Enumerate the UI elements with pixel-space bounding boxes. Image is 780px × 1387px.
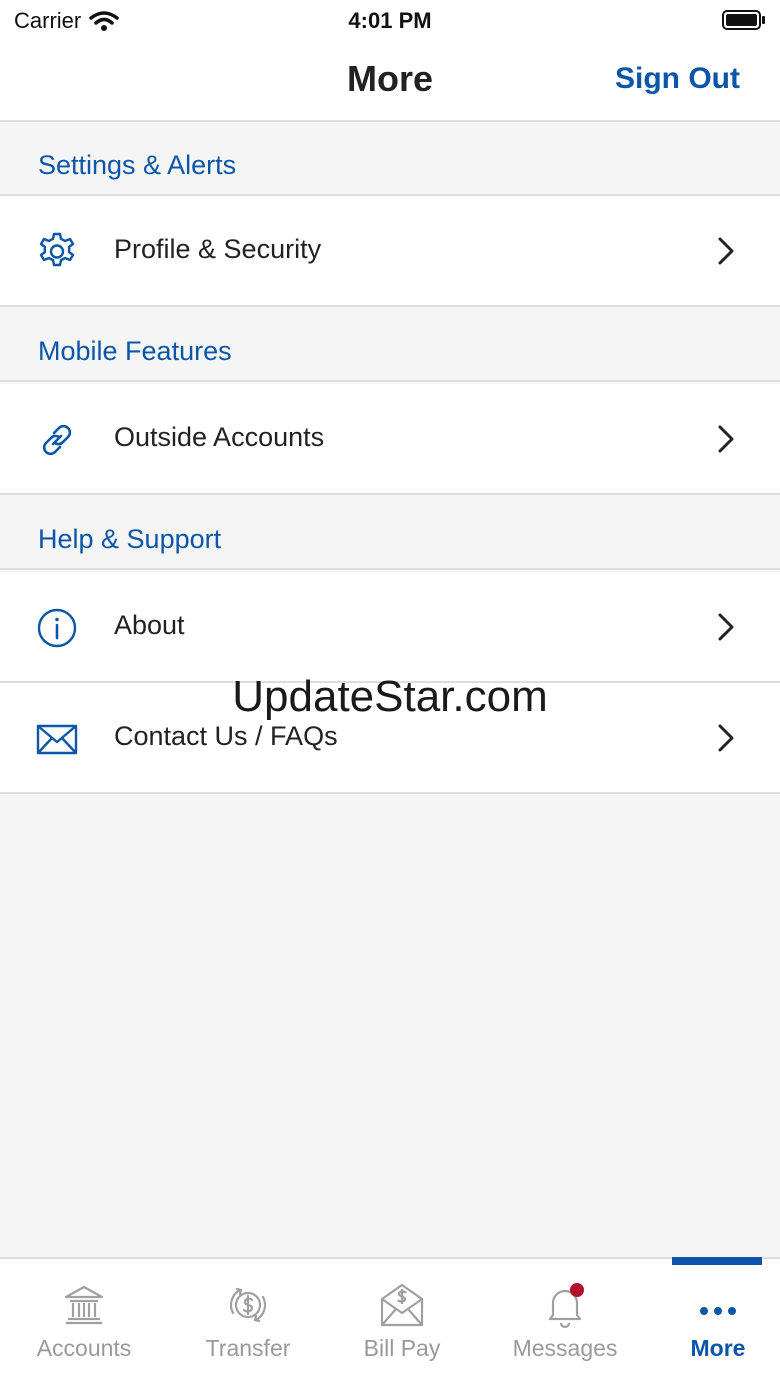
tab-label: Accounts <box>36 1335 132 1361</box>
status-time: 4:01 PM <box>348 8 432 33</box>
tab-bar: Accounts Transfer Bill Pay Messages More <box>0 1257 780 1387</box>
section-title: Settings & Alerts <box>38 150 237 180</box>
tab-bill-pay[interactable]: Bill Pay <box>324 1259 480 1387</box>
link-icon <box>42 424 72 456</box>
bill-pay-icon <box>380 1283 424 1327</box>
section-title: Mobile Features <box>38 336 232 366</box>
info-icon <box>37 608 77 648</box>
notification-badge <box>570 1283 584 1297</box>
menu-item-label: Outside Accounts <box>114 422 325 452</box>
section-title: Help & Support <box>38 524 222 554</box>
tab-label: Bill Pay <box>363 1335 441 1361</box>
nav-header: More Sign Out <box>0 40 780 122</box>
menu-item-label: About <box>114 610 185 640</box>
bell-icon <box>548 1283 584 1329</box>
menu-item-profile-security[interactable]: Profile & Security <box>0 196 780 307</box>
menu-item-label: Profile & Security <box>114 234 322 264</box>
chevron-right-icon <box>718 724 734 752</box>
tab-label: More <box>690 1335 746 1361</box>
chevron-right-icon <box>718 237 734 265</box>
battery-icon <box>722 10 765 30</box>
chevron-right-icon <box>718 613 734 641</box>
envelope-icon <box>36 724 78 755</box>
menu-item-contact-faqs[interactable]: Contact Us / FAQs <box>0 683 780 794</box>
status-bar: Carrier 4:01 PM <box>0 0 780 40</box>
tab-accounts[interactable]: Accounts <box>6 1259 162 1387</box>
more-icon <box>700 1307 736 1315</box>
bank-icon <box>64 1285 104 1325</box>
menu-item-about[interactable]: About <box>0 572 780 683</box>
tab-transfer[interactable]: Transfer <box>170 1259 326 1387</box>
sign-out-button[interactable]: Sign Out <box>615 62 740 96</box>
more-screen: Carrier 4:01 PM More Sign Out Settings &… <box>0 0 780 1387</box>
menu-item-outside-accounts[interactable]: Outside Accounts <box>0 384 780 495</box>
gear-icon <box>39 232 75 267</box>
tab-label: Transfer <box>205 1335 291 1361</box>
chevron-right-icon <box>718 425 734 453</box>
tab-more[interactable]: More <box>640 1259 780 1387</box>
section-header-help-support: Help & Support <box>0 496 780 570</box>
section-header-settings: Settings & Alerts <box>0 122 780 196</box>
transfer-icon <box>229 1287 267 1323</box>
tab-messages[interactable]: Messages <box>487 1259 643 1387</box>
menu-item-label: Contact Us / FAQs <box>114 721 338 751</box>
section-header-mobile-features: Mobile Features <box>0 308 780 382</box>
tab-label: Messages <box>512 1335 618 1361</box>
